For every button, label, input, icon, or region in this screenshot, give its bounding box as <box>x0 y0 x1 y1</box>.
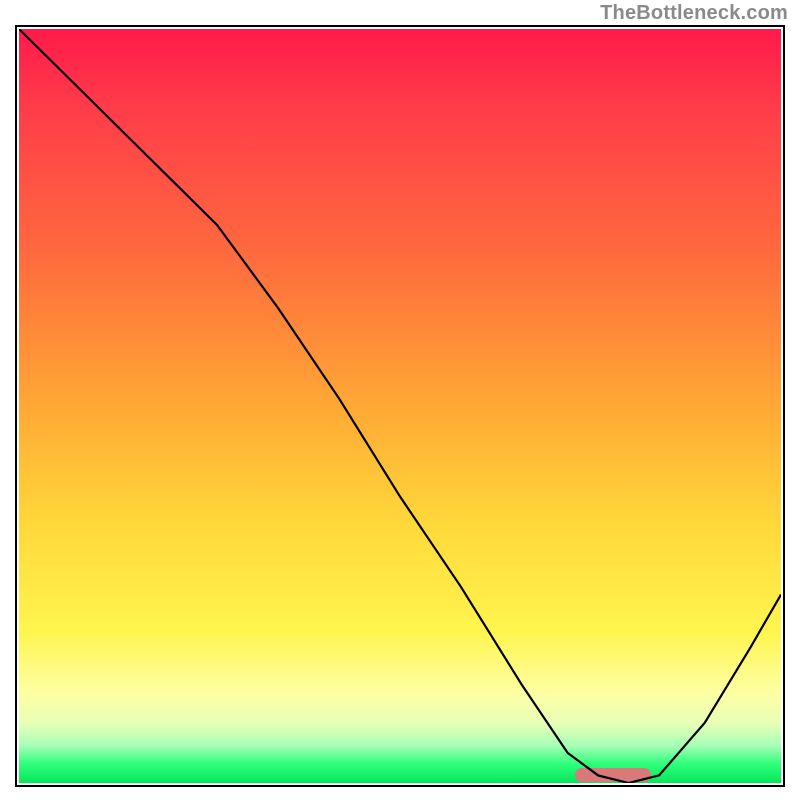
chart-frame <box>15 25 785 787</box>
chart-curve-svg <box>19 29 781 783</box>
plot-area <box>19 29 781 783</box>
bottleneck-curve-path <box>19 29 781 783</box>
watermark-text: TheBottleneck.com <box>600 2 788 25</box>
